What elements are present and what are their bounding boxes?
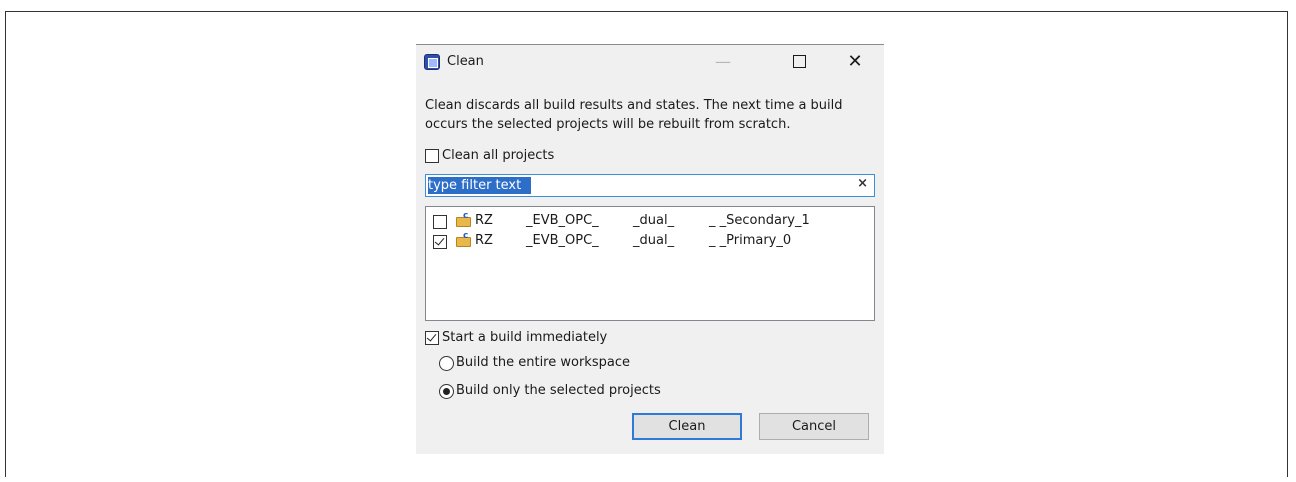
description-line-1: Clean discards all build results and sta…	[425, 98, 843, 113]
project-name-part: _ _Secondary_1	[709, 213, 810, 228]
project-row[interactable]: c RZ _EVB_OPC_ _dual_ _ _Secondary_1	[426, 211, 874, 231]
project-name-part: RZ	[475, 233, 493, 248]
project-checkbox[interactable]	[433, 215, 447, 229]
project-name-part: _dual_	[633, 213, 675, 228]
clean-all-checkbox[interactable]	[425, 149, 439, 163]
title-bar: Clean — ✕	[416, 45, 884, 79]
build-selected-projects-radio[interactable]	[439, 384, 454, 399]
filter-field[interactable]: ×	[425, 174, 875, 197]
description-line-2: occurs the selected projects will be reb…	[425, 117, 791, 132]
dialog-description: Clean discards all build results and sta…	[425, 96, 875, 134]
c-project-folder-icon: c	[456, 231, 472, 247]
clean-dialog: Clean — ✕ Clean discards all build resul…	[416, 44, 884, 454]
filter-input[interactable]	[428, 177, 848, 194]
build-entire-workspace-radio[interactable]	[439, 356, 454, 371]
app-chip-icon	[424, 54, 440, 70]
project-name-part: _dual_	[633, 233, 675, 248]
project-checkbox[interactable]	[433, 235, 447, 249]
minimize-button[interactable]: —	[700, 45, 746, 79]
project-list[interactable]: c RZ _EVB_OPC_ _dual_ _ _Secondary_1 c R…	[425, 206, 875, 321]
project-row[interactable]: c RZ _EVB_OPC_ _dual_ _ _Primary_0	[426, 231, 874, 251]
c-project-folder-icon: c	[456, 211, 472, 227]
maximize-icon	[792, 54, 806, 68]
project-name-part: _EVB_OPC_	[526, 213, 599, 228]
build-entire-workspace-label: Build the entire workspace	[456, 355, 630, 370]
dialog-title: Clean	[447, 54, 484, 69]
build-selected-projects-label: Build only the selected projects	[456, 383, 661, 398]
clean-button[interactable]: Clean	[632, 413, 742, 440]
cancel-button[interactable]: Cancel	[759, 413, 869, 440]
clear-filter-icon[interactable]: ×	[857, 176, 868, 191]
project-name-part: _EVB_OPC_	[526, 233, 599, 248]
project-name-part: _ _Primary_0	[709, 233, 792, 248]
project-name-part: RZ	[475, 213, 493, 228]
start-build-checkbox[interactable]	[425, 331, 439, 345]
start-build-label: Start a build immediately	[442, 330, 608, 345]
maximize-button[interactable]	[776, 45, 822, 79]
clean-all-label: Clean all projects	[442, 148, 555, 163]
close-button[interactable]: ✕	[832, 45, 878, 79]
